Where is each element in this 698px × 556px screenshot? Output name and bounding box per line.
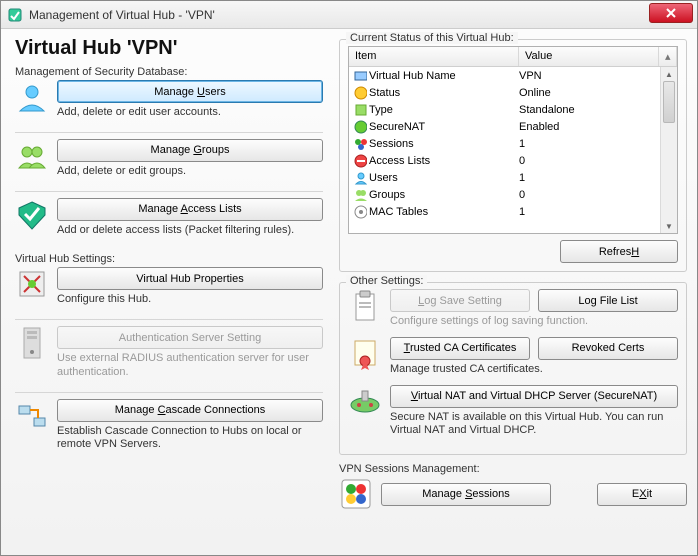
vnat-desc: Secure NAT is available on this Virtual … [390,411,678,439]
separator [15,132,323,133]
log-desc: Configure settings of log saving functio… [390,315,678,329]
status-item: Status [367,87,519,99]
col-item[interactable]: Item [349,47,519,66]
group-icon [15,139,49,173]
manage-groups-desc: Add, delete or edit groups. [57,165,323,179]
status-row[interactable]: Access Lists0 [349,152,660,169]
manage-acl-desc: Add or delete access lists (Packet filte… [57,224,323,238]
type-icon [349,102,367,118]
certificate-icon [348,337,382,371]
user-icon [15,80,49,114]
cascade-icon [15,399,49,433]
status-item: MAC Tables [367,206,519,218]
separator [15,392,323,393]
revoked-certs-button[interactable]: Revoked Certs [538,337,678,360]
col-value[interactable]: Value [519,47,659,66]
status-row[interactable]: TypeStandalone [349,101,660,118]
page-title: Virtual Hub 'VPN' [15,37,323,60]
status-item: Groups [367,189,519,201]
status-row[interactable]: Users1 [349,169,660,186]
status-value: VPN [519,70,660,82]
sessions-icon [339,477,373,511]
security-db-label: Management of Security Database: [15,66,323,78]
cascade-desc: Establish Cascade Connection to Hubs on … [57,425,323,453]
other-settings-fieldset: Other Settings: Log Save Setting Log Fil… [339,282,687,455]
vertical-scrollbar[interactable]: ▲ ▼ [660,67,677,233]
status-item: Sessions [367,138,519,150]
separator [15,191,323,192]
user-icon [349,170,367,186]
status-row[interactable]: Virtual Hub NameVPN [349,67,660,84]
vhub-settings-label: Virtual Hub Settings: [15,253,323,265]
status-value: Standalone [519,104,660,116]
content: Virtual Hub 'VPN' Management of Security… [1,29,697,555]
vhub-props-desc: Configure this Hub. [57,293,323,307]
clipboard-icon [348,289,382,323]
status-value: 0 [519,189,660,201]
status-rows: Virtual Hub NameVPNStatusOnlineTypeStand… [349,67,660,233]
server-icon [15,326,49,360]
status-value: 1 [519,206,660,218]
status-row[interactable]: MAC Tables1 [349,203,660,220]
window-title: Management of Virtual Hub - 'VPN' [29,8,691,22]
manage-groups-button[interactable]: Manage Groups [57,139,323,162]
status-item: Virtual Hub Name [367,70,519,82]
status-value: 0 [519,155,660,167]
manage-users-button[interactable]: Manage Users [57,80,323,103]
router-icon [348,385,382,419]
status-row[interactable]: Groups0 [349,186,660,203]
left-column: Virtual Hub 'VPN' Management of Security… [15,35,323,545]
close-button[interactable] [649,3,693,23]
status-icon [349,85,367,101]
sess-icon [349,136,367,152]
virtual-hub-properties-button[interactable]: Virtual Hub Properties [57,267,323,290]
manage-users-desc: Add, delete or edit user accounts. [57,106,323,120]
titlebar: Management of Virtual Hub - 'VPN' [1,1,697,29]
shield-check-icon [15,198,49,232]
status-item: Access Lists [367,155,519,167]
manage-access-lists-button[interactable]: Manage Access Lists [57,198,323,221]
trusted-ca-button[interactable]: Trusted CA Certificates [390,337,530,360]
group-icon [349,187,367,203]
manage-sessions-button[interactable]: Manage Sessions [381,483,551,506]
status-item: SecureNAT [367,121,519,133]
refresh-button[interactable]: RefresH [560,240,678,263]
scroll-down-icon[interactable]: ▼ [661,219,677,233]
status-value: Online [519,87,660,99]
snat-icon [349,119,367,135]
status-row[interactable]: SecureNATEnabled [349,118,660,135]
virtual-nat-button[interactable]: Virtual NAT and Virtual DHCP Server (Sec… [390,385,678,408]
mac-icon [349,204,367,220]
status-value: Enabled [519,121,660,133]
status-item: Users [367,172,519,184]
header-scroll-gap: ▴ [659,47,677,66]
acl-icon [349,153,367,169]
auth-server-setting-button: Authentication Server Setting [57,326,323,349]
log-save-setting-button: Log Save Setting [390,289,530,312]
separator [15,319,323,320]
scroll-thumb[interactable] [663,81,675,123]
sessions-label: VPN Sessions Management: [339,463,687,475]
status-row[interactable]: Sessions1 [349,135,660,152]
window: Management of Virtual Hub - 'VPN' Virtua… [0,0,698,556]
app-icon [7,7,23,23]
status-row[interactable]: StatusOnline [349,84,660,101]
status-fieldset: Current Status of this Virtual Hub: Item… [339,39,687,272]
properties-icon [15,267,49,301]
status-value: 1 [519,172,660,184]
manage-cascade-button[interactable]: Manage Cascade Connections [57,399,323,422]
status-listview[interactable]: Item Value ▴ Virtual Hub NameVPNStatusOn… [348,46,678,234]
status-legend: Current Status of this Virtual Hub: [346,32,518,44]
exit-button[interactable]: EXit [597,483,687,506]
other-settings-legend: Other Settings: [346,275,427,287]
scroll-up-icon[interactable]: ▲ [661,67,677,81]
status-header: Item Value ▴ [349,47,677,67]
log-file-list-button[interactable]: Log File List [538,289,678,312]
ca-desc: Manage trusted CA certificates. [390,363,678,377]
status-value: 1 [519,138,660,150]
right-column: Current Status of this Virtual Hub: Item… [339,35,687,545]
hub-icon [349,68,367,84]
status-item: Type [367,104,519,116]
auth-server-desc: Use external RADIUS authentication serve… [57,352,323,380]
